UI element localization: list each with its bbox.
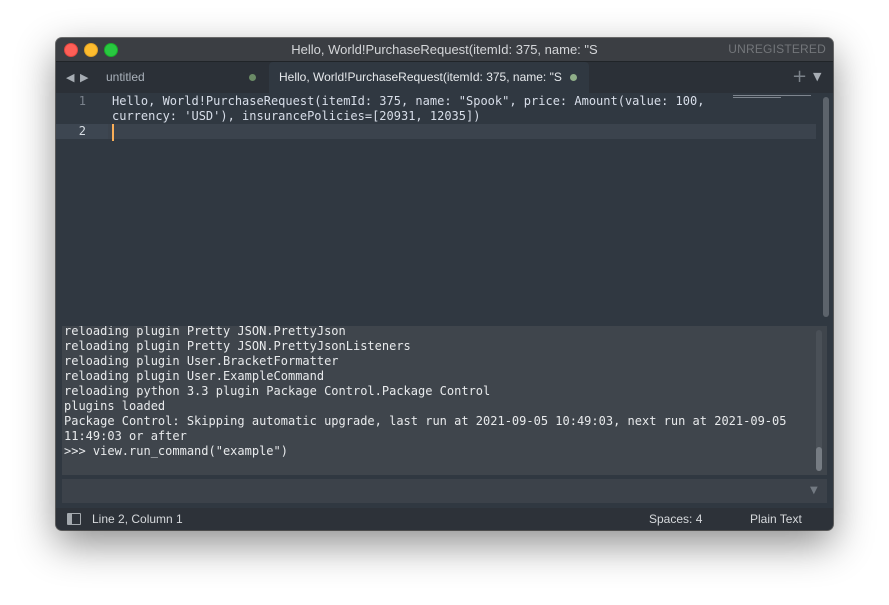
editor-scrollbar[interactable] xyxy=(823,97,829,317)
console-line: reloading plugin Pretty JSON.PrettyJsonL… xyxy=(64,339,411,353)
console-line: plugins loaded xyxy=(64,399,166,413)
code-line[interactable]: Hello, World!PurchaseRequest(itemId: 375… xyxy=(112,94,704,109)
console-line: reloading python 3.3 plugin Package Cont… xyxy=(64,384,491,398)
sublime-text-window: Hello, World!PurchaseRequest(itemId: 375… xyxy=(56,38,833,530)
panel-toggle-icon[interactable] xyxy=(67,513,81,525)
console-line: reloading plugin User.BracketFormatter xyxy=(64,354,339,368)
unregistered-label: UNREGISTERED xyxy=(728,42,826,56)
console-scrollbar-thumb[interactable] xyxy=(816,447,822,471)
editor-area[interactable]: 1 2 Hello, World!PurchaseRequest(itemId:… xyxy=(56,93,833,325)
history-chevron-down-icon[interactable]: ▼ xyxy=(810,479,818,503)
console-line: Package Control: Skipping automatic upgr… xyxy=(64,414,787,428)
console-line: reloading plugin User.ExampleCommand xyxy=(64,369,325,383)
tab-label: Hello, World!PurchaseRequest(itemId: 375… xyxy=(279,70,562,84)
console-line: 11:49:03 or after xyxy=(64,429,187,443)
text-caret xyxy=(112,124,114,141)
triangle-right-icon[interactable]: ▶ xyxy=(80,68,88,88)
unsaved-dot-icon[interactable] xyxy=(249,74,256,81)
status-bar: Line 2, Column 1 Spaces: 4 Plain Text xyxy=(56,508,833,530)
console-panel[interactable]: reloading plugin Pretty JSON.PrettyJson … xyxy=(62,326,827,475)
window-title: Hello, World!PurchaseRequest(itemId: 375… xyxy=(291,42,598,57)
tab-bar: ◀ ▶ untitled Hello, World!PurchaseReques… xyxy=(56,62,833,93)
line-number: 1 xyxy=(78,94,86,108)
tab-label: untitled xyxy=(106,70,145,84)
current-line-highlight xyxy=(108,124,816,139)
cursor-position: Line 2, Column 1 xyxy=(92,512,183,526)
zoom-window-button[interactable] xyxy=(104,43,118,57)
syntax-selector[interactable]: Plain Text xyxy=(750,508,802,530)
tab-hello-world[interactable]: Hello, World!PurchaseRequest(itemId: 375… xyxy=(269,62,589,93)
line-number-active: 2 xyxy=(56,124,108,139)
console-line: >>> view.run_command("example") xyxy=(64,444,288,458)
minimap[interactable] xyxy=(733,95,813,101)
tab-menu-chevron-down-icon[interactable]: ▼ xyxy=(813,65,821,89)
new-tab-button[interactable]: + xyxy=(792,65,807,89)
minimize-window-button[interactable] xyxy=(84,43,98,57)
title-bar[interactable]: Hello, World!PurchaseRequest(itemId: 375… xyxy=(56,38,833,62)
indentation-setting[interactable]: Spaces: 4 xyxy=(649,508,702,530)
console-input[interactable] xyxy=(62,479,809,503)
triangle-left-icon[interactable]: ◀ xyxy=(66,68,74,88)
console-line: reloading plugin Pretty JSON.PrettyJson xyxy=(64,326,346,338)
unsaved-dot-icon[interactable] xyxy=(570,74,577,81)
console-input-row: ▼ xyxy=(62,479,827,503)
tab-untitled[interactable]: untitled xyxy=(96,62,266,93)
code-line-wrapped[interactable]: currency: 'USD'), insurancePolicies=[209… xyxy=(112,109,480,124)
close-window-button[interactable] xyxy=(64,43,78,57)
